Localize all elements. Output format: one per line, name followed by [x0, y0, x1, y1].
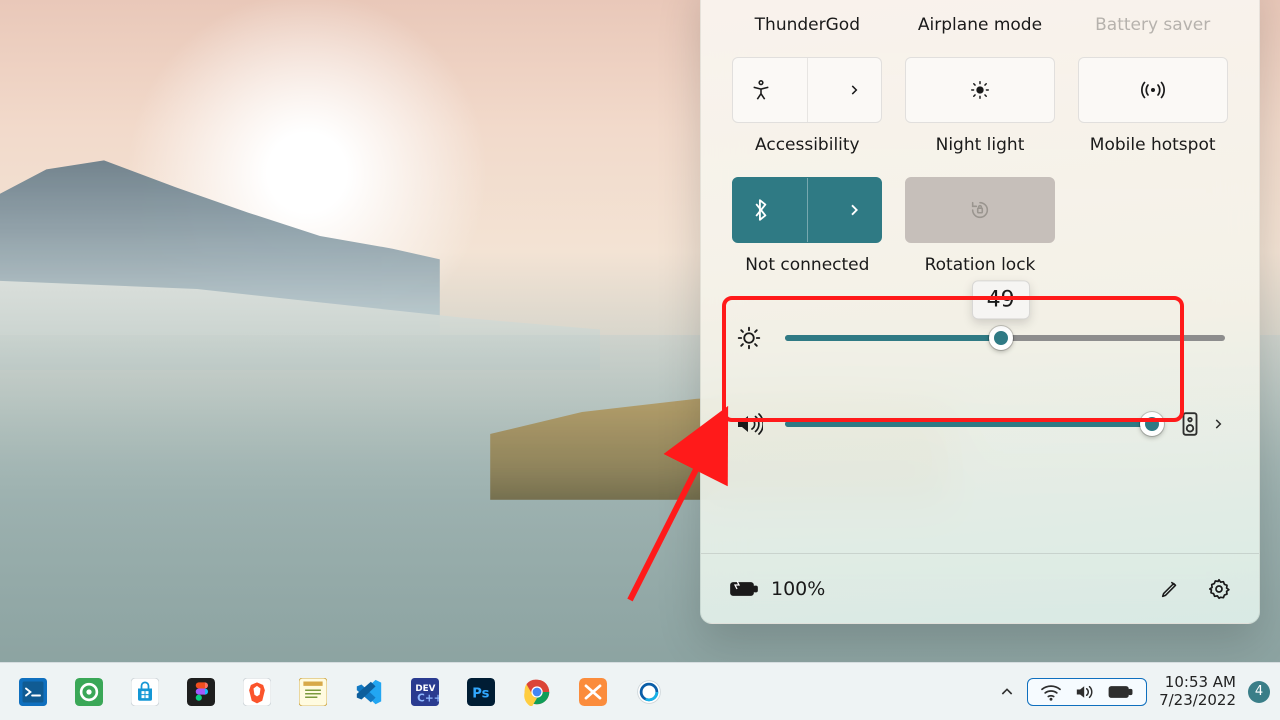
volume-slider[interactable] — [785, 421, 1159, 427]
bluetooth-label: Not connected — [745, 255, 869, 275]
chevron-right-icon[interactable] — [1211, 417, 1225, 431]
taskbar-app-chrome[interactable] — [512, 670, 562, 714]
rotation-lock-tile[interactable] — [905, 177, 1055, 243]
volume-icon[interactable] — [735, 412, 763, 436]
svg-text:C++: C++ — [417, 692, 439, 704]
xampp-icon — [578, 677, 608, 707]
tile-label-airplane: Airplane mode — [918, 15, 1042, 35]
mobile-hotspot-tile[interactable] — [1078, 57, 1228, 123]
tile-label-battery-saver: Battery saver — [1095, 15, 1210, 35]
battery-status[interactable]: 100% — [729, 578, 825, 600]
taskbar-app-cortana[interactable] — [624, 670, 674, 714]
notepad-plus-plus-icon — [298, 677, 328, 707]
microsoft-store-icon — [130, 677, 160, 707]
volume-thumb[interactable] — [1140, 412, 1164, 436]
bluetooth-tile[interactable] — [732, 177, 882, 243]
taskbar-app-photoshop[interactable]: Ps — [456, 670, 506, 714]
taskbar-app-brave[interactable] — [232, 670, 282, 714]
cortana-icon — [634, 677, 664, 707]
rotation-lock-label: Rotation lock — [925, 255, 1036, 275]
night-light-tile[interactable] — [905, 57, 1055, 123]
taskbar: DEVC++ Ps 10:53 AM 7/23/2022 4 — [0, 662, 1280, 720]
brightness-tooltip: 49 — [972, 280, 1030, 319]
taskbar-app-figma[interactable] — [176, 670, 226, 714]
quick-settings-flyout: ThunderGod Airplane mode Battery saver A… — [700, 0, 1260, 624]
audio-output-icon[interactable] — [1181, 411, 1199, 437]
rotation-lock-icon — [969, 199, 991, 221]
system-tray-cluster[interactable] — [1027, 678, 1147, 706]
battery-text: 100% — [771, 578, 825, 600]
night-light-icon — [969, 79, 991, 101]
battery-icon — [729, 579, 759, 599]
mobile-hotspot-label: Mobile hotspot — [1090, 135, 1216, 155]
accessibility-tile[interactable] — [732, 57, 882, 123]
accessibility-icon — [733, 58, 789, 122]
battery-icon — [1108, 684, 1134, 700]
brightness-icon — [735, 325, 763, 351]
volume-row — [701, 411, 1259, 437]
taskbar-pinned-apps: DEVC++ Ps — [0, 670, 674, 714]
quick-tiles-row-1: ThunderGod Airplane mode Battery saver — [701, 0, 1259, 35]
taskbar-clock[interactable]: 10:53 AM 7/23/2022 — [1159, 674, 1236, 709]
tray-overflow-button[interactable] — [999, 684, 1015, 700]
settings-button[interactable] — [1207, 577, 1231, 601]
taskbar-app-microsoft-store[interactable] — [120, 670, 170, 714]
tile-label-wifi: ThunderGod — [755, 15, 860, 35]
vscode-icon — [354, 677, 384, 707]
chrome-icon — [522, 677, 552, 707]
windows-terminal-icon — [18, 677, 48, 707]
photoshop-icon: Ps — [466, 677, 496, 707]
bluetooth-icon — [733, 178, 789, 242]
taskbar-app-windows-terminal[interactable] — [8, 670, 58, 714]
volume-icon — [1074, 683, 1096, 701]
brightness-row: 49 — [701, 325, 1259, 351]
dev-cpp-icon: DEVC++ — [410, 677, 440, 707]
chevron-right-icon[interactable] — [826, 178, 882, 242]
taskbar-app-xampp[interactable] — [568, 670, 618, 714]
taskbar-app-dev-cpp[interactable]: DEVC++ — [400, 670, 450, 714]
notifications-badge[interactable]: 4 — [1248, 681, 1270, 703]
brave-icon — [242, 677, 272, 707]
wifi-icon — [1040, 683, 1062, 701]
quick-tiles-row-2: Accessibility Night light Mobile hotspot — [701, 57, 1259, 155]
clock-date: 7/23/2022 — [1159, 692, 1236, 709]
quick-tiles-row-3: Not connected Rotation lock — [701, 177, 1259, 275]
brightness-thumb[interactable] — [989, 326, 1013, 350]
clock-time: 10:53 AM — [1165, 674, 1236, 691]
brightness-slider[interactable]: 49 — [785, 335, 1225, 341]
figma-icon — [186, 677, 216, 707]
accessibility-label: Accessibility — [755, 135, 860, 155]
taskbar-app-camtasia[interactable] — [64, 670, 114, 714]
taskbar-app-notepad-plus-plus[interactable] — [288, 670, 338, 714]
svg-text:Ps: Ps — [472, 686, 489, 701]
quick-settings-footer: 100% — [701, 553, 1259, 623]
taskbar-app-vscode[interactable] — [344, 670, 394, 714]
night-light-label: Night light — [936, 135, 1025, 155]
chevron-right-icon[interactable] — [826, 58, 882, 122]
camtasia-icon — [74, 677, 104, 707]
hotspot-icon — [1140, 79, 1166, 101]
edit-quick-settings-button[interactable] — [1159, 578, 1181, 600]
